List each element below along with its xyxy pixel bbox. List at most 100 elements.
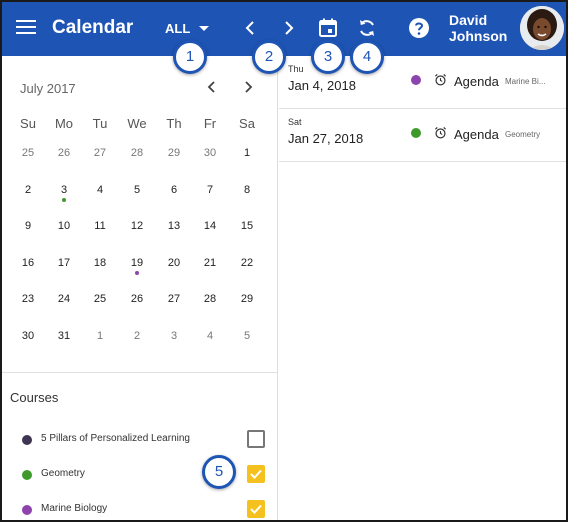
mini-prev-month-icon[interactable] — [204, 79, 220, 95]
weekday-label: Fr — [203, 116, 217, 131]
calendar-day[interactable]: 5 — [119, 181, 155, 209]
calendar-day[interactable]: 27 — [156, 290, 192, 318]
course-checkbox[interactable] — [247, 430, 265, 448]
weekday-label: Th — [166, 116, 182, 131]
calendar-day[interactable]: 1 — [82, 327, 118, 355]
avatar[interactable] — [520, 6, 564, 50]
course-name: Marine Biology — [41, 503, 108, 514]
help-icon[interactable] — [407, 16, 431, 40]
callout-4: 4 — [350, 40, 384, 74]
calendar-day[interactable]: 31 — [46, 327, 82, 355]
calendar-day[interactable]: 9 — [10, 217, 46, 245]
calendar-day-number: 19 — [130, 257, 144, 269]
caret-down-icon — [199, 26, 210, 31]
agenda-date: Jan 27, 2018 — [288, 131, 364, 146]
calendar-day[interactable]: 14 — [192, 217, 228, 245]
calendar-day[interactable]: 2 — [119, 327, 155, 355]
user-name[interactable]: David Johnson — [449, 12, 507, 44]
calendar-day-number: 3 — [60, 184, 68, 196]
refresh-icon[interactable] — [355, 16, 379, 40]
calendar-day[interactable]: 7 — [192, 181, 228, 209]
course-color-dot — [22, 470, 32, 480]
calendar-day[interactable]: 1 — [229, 144, 265, 172]
calendar-day[interactable]: 29 — [156, 144, 192, 172]
menu-icon[interactable] — [16, 20, 36, 36]
chevron-left-icon[interactable] — [238, 16, 262, 40]
calendar-day[interactable]: 22 — [229, 254, 265, 282]
calendar-day[interactable]: 30 — [192, 144, 228, 172]
weekday-label: We — [127, 116, 147, 131]
calendar-day[interactable]: 8 — [229, 181, 265, 209]
alarm-clock-icon — [434, 126, 447, 139]
calendar-day[interactable]: 6 — [156, 181, 192, 209]
callout-2: 2 — [252, 40, 286, 74]
event-dot — [62, 198, 66, 202]
course-checkbox[interactable] — [247, 465, 265, 483]
course-item[interactable]: Marine Biology — [22, 500, 272, 520]
calendar-day[interactable]: 16 — [10, 254, 46, 282]
agenda-weekday: Thu — [288, 64, 304, 74]
calendar-day[interactable]: 3 — [156, 327, 192, 355]
user-last-name: Johnson — [449, 28, 508, 44]
callout-1: 1 — [173, 40, 207, 74]
calendar-day[interactable]: 19 — [119, 254, 155, 282]
chevron-right-icon[interactable] — [277, 16, 301, 40]
calendar-window: Calendar ALL David Johnson 1 2 3 4 5 Jul… — [0, 0, 568, 522]
calendar-day[interactable]: 4 — [82, 181, 118, 209]
weekday-label: Su — [20, 116, 36, 131]
calendar-day[interactable]: 5 — [229, 327, 265, 355]
event-dot — [135, 271, 139, 275]
avatar-image — [520, 6, 564, 50]
calendar-day[interactable]: 27 — [82, 144, 118, 172]
course-color-dot — [411, 128, 421, 138]
page-title: Calendar — [52, 17, 134, 38]
course-item[interactable]: 5 Pillars of Personalized Learning — [22, 430, 272, 452]
agenda-course: Marine Bi... — [505, 77, 546, 86]
calendar-day[interactable]: 26 — [46, 144, 82, 172]
calendar-day[interactable]: 20 — [156, 254, 192, 282]
calendar-day[interactable]: 18 — [82, 254, 118, 282]
weekday-label: Mo — [54, 116, 74, 131]
alarm-clock-icon — [434, 73, 447, 86]
calendar-day[interactable]: 29 — [229, 290, 265, 318]
callout-5: 5 — [202, 455, 236, 489]
calendar-day[interactable]: 28 — [119, 144, 155, 172]
calendar-day[interactable]: 25 — [82, 290, 118, 318]
agenda-item[interactable]: Sat Jan 27, 2018 Agenda Geometry — [279, 109, 566, 162]
course-name: Geometry — [41, 468, 85, 479]
course-color-dot — [22, 435, 32, 445]
divider — [2, 372, 278, 373]
agenda-type: Agenda — [454, 127, 499, 142]
calendar-day[interactable]: 10 — [46, 217, 82, 245]
calendar-day[interactable]: 24 — [46, 290, 82, 318]
calendar-day[interactable]: 11 — [82, 217, 118, 245]
calendar-day[interactable]: 30 — [10, 327, 46, 355]
course-color-dot — [411, 75, 421, 85]
agenda-type: Agenda — [454, 74, 499, 89]
calendar-day[interactable]: 13 — [156, 217, 192, 245]
calendar-day[interactable]: 28 — [192, 290, 228, 318]
mini-next-month-icon[interactable] — [240, 79, 256, 95]
weekday-label: Sa — [239, 116, 255, 131]
calendar-day[interactable]: 12 — [119, 217, 155, 245]
app-header: Calendar ALL David Johnson — [2, 2, 566, 56]
calendar-day[interactable]: 21 — [192, 254, 228, 282]
calendar-day[interactable]: 25 — [10, 144, 46, 172]
calendar-today-icon[interactable] — [316, 16, 340, 40]
agenda-date: Jan 4, 2018 — [288, 78, 356, 93]
calendar-day[interactable]: 4 — [192, 327, 228, 355]
course-checkbox[interactable] — [247, 500, 265, 518]
calendar-day[interactable]: 15 — [229, 217, 265, 245]
course-filter-dropdown[interactable]: ALL — [165, 21, 210, 36]
calendar-day[interactable]: 2 — [10, 181, 46, 209]
callout-3: 3 — [311, 40, 345, 74]
checkmark-icon — [250, 469, 262, 479]
checkmark-icon — [250, 504, 262, 514]
agenda-course: Geometry — [505, 130, 541, 139]
calendar-day[interactable]: 23 — [10, 290, 46, 318]
sidebar: July 2017 Su Mo Tu We Th Fr Sa 25 26 27 … — [2, 56, 278, 520]
calendar-day[interactable]: 3 — [46, 181, 82, 209]
calendar-day[interactable]: 26 — [119, 290, 155, 318]
agenda-weekday: Sat — [288, 117, 302, 127]
calendar-day[interactable]: 17 — [46, 254, 82, 282]
